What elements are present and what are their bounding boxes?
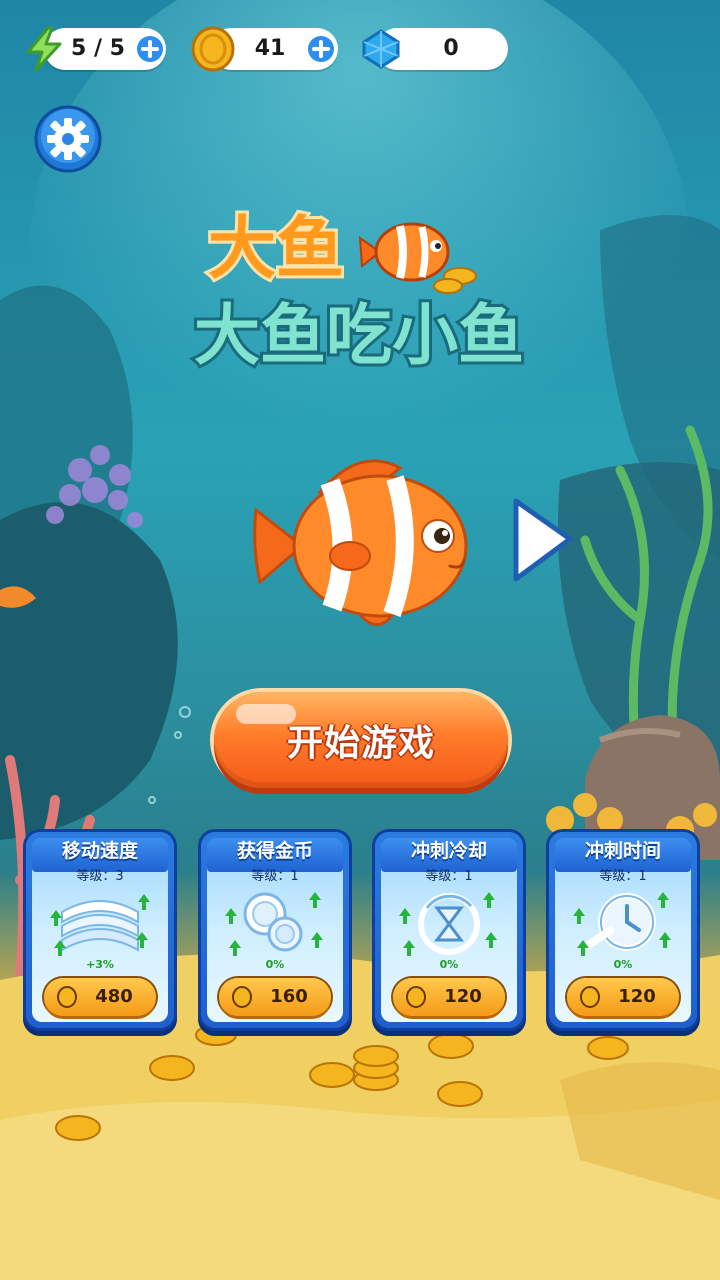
player-fish (253, 459, 468, 627)
coin-icon (580, 986, 600, 1008)
coin-icon (191, 26, 235, 72)
gear-icon[interactable] (34, 105, 102, 173)
upgrade-level: 等级：3 (76, 869, 124, 884)
title-line1: 大鱼 (208, 210, 344, 289)
upgrade-level: 等级：1 (599, 869, 647, 884)
upgrade-cost-button[interactable]: 160 (219, 978, 331, 1016)
upgrade-name: 冲刺冷却 (410, 840, 487, 862)
upgrade-cost: 120 (444, 986, 482, 1007)
coin-icon (406, 986, 426, 1008)
upgrade-cost-button[interactable]: 120 (393, 978, 505, 1016)
coin-icon (57, 986, 77, 1008)
lightning-icon (26, 26, 62, 72)
coin-icon (232, 986, 252, 1008)
upgrade-cost-button[interactable]: 480 (44, 978, 156, 1016)
upgrade-card-dash-duration: 冲刺时间 等级：1 0% 120 (549, 832, 697, 1028)
start-game-label: 开始游戏 (286, 723, 435, 764)
upgrade-cost: 480 (95, 986, 133, 1007)
coins-icon (225, 892, 323, 956)
upgrade-card-coin-gain: 获得金币 等级：1 0% 160 (201, 832, 349, 1028)
coin-value: 41 (254, 36, 286, 61)
stopwatch-icon (573, 892, 671, 956)
gem-icon (362, 29, 400, 69)
game-screen: 5 / 5 41 0 大鱼 大鱼吃小鱼 开始游戏 移动速度 等级：3 +3% 4… (0, 0, 720, 1280)
upgrade-level: 等级：1 (425, 869, 473, 884)
upgrade-cost: 160 (270, 986, 308, 1007)
upgrade-percent: 0% (439, 958, 459, 971)
upgrade-card-move-speed: 移动速度 等级：3 +3% 480 (26, 832, 174, 1028)
game-title-logo: 大鱼 大鱼吃小鱼 (191, 207, 527, 377)
add-energy-button[interactable] (136, 35, 164, 63)
upgrade-cost-button[interactable]: 120 (567, 978, 679, 1016)
gem-value: 0 (443, 36, 459, 61)
upgrade-name: 移动速度 (61, 840, 138, 862)
energy-value: 5 / 5 (71, 36, 125, 61)
next-fish-arrow-icon[interactable] (508, 495, 578, 585)
upgrade-level: 等级：1 (251, 869, 299, 884)
title-line2: 大鱼吃小鱼 (194, 297, 524, 374)
upgrade-cost: 120 (618, 986, 656, 1007)
upgrade-name: 冲刺时间 (584, 840, 661, 862)
upgrade-card-dash-cooldown: 冲刺冷却 等级：1 0% 120 (375, 832, 523, 1028)
upgrade-percent: +3% (86, 958, 114, 971)
upgrade-name: 获得金币 (236, 840, 313, 862)
add-coins-button[interactable] (307, 35, 335, 63)
upgrade-percent: 0% (265, 958, 285, 971)
start-game-button[interactable]: 开始游戏 (214, 692, 508, 788)
upgrade-percent: 0% (613, 958, 633, 971)
speed-waves-icon (50, 894, 150, 956)
hourglass-icon (399, 892, 497, 956)
